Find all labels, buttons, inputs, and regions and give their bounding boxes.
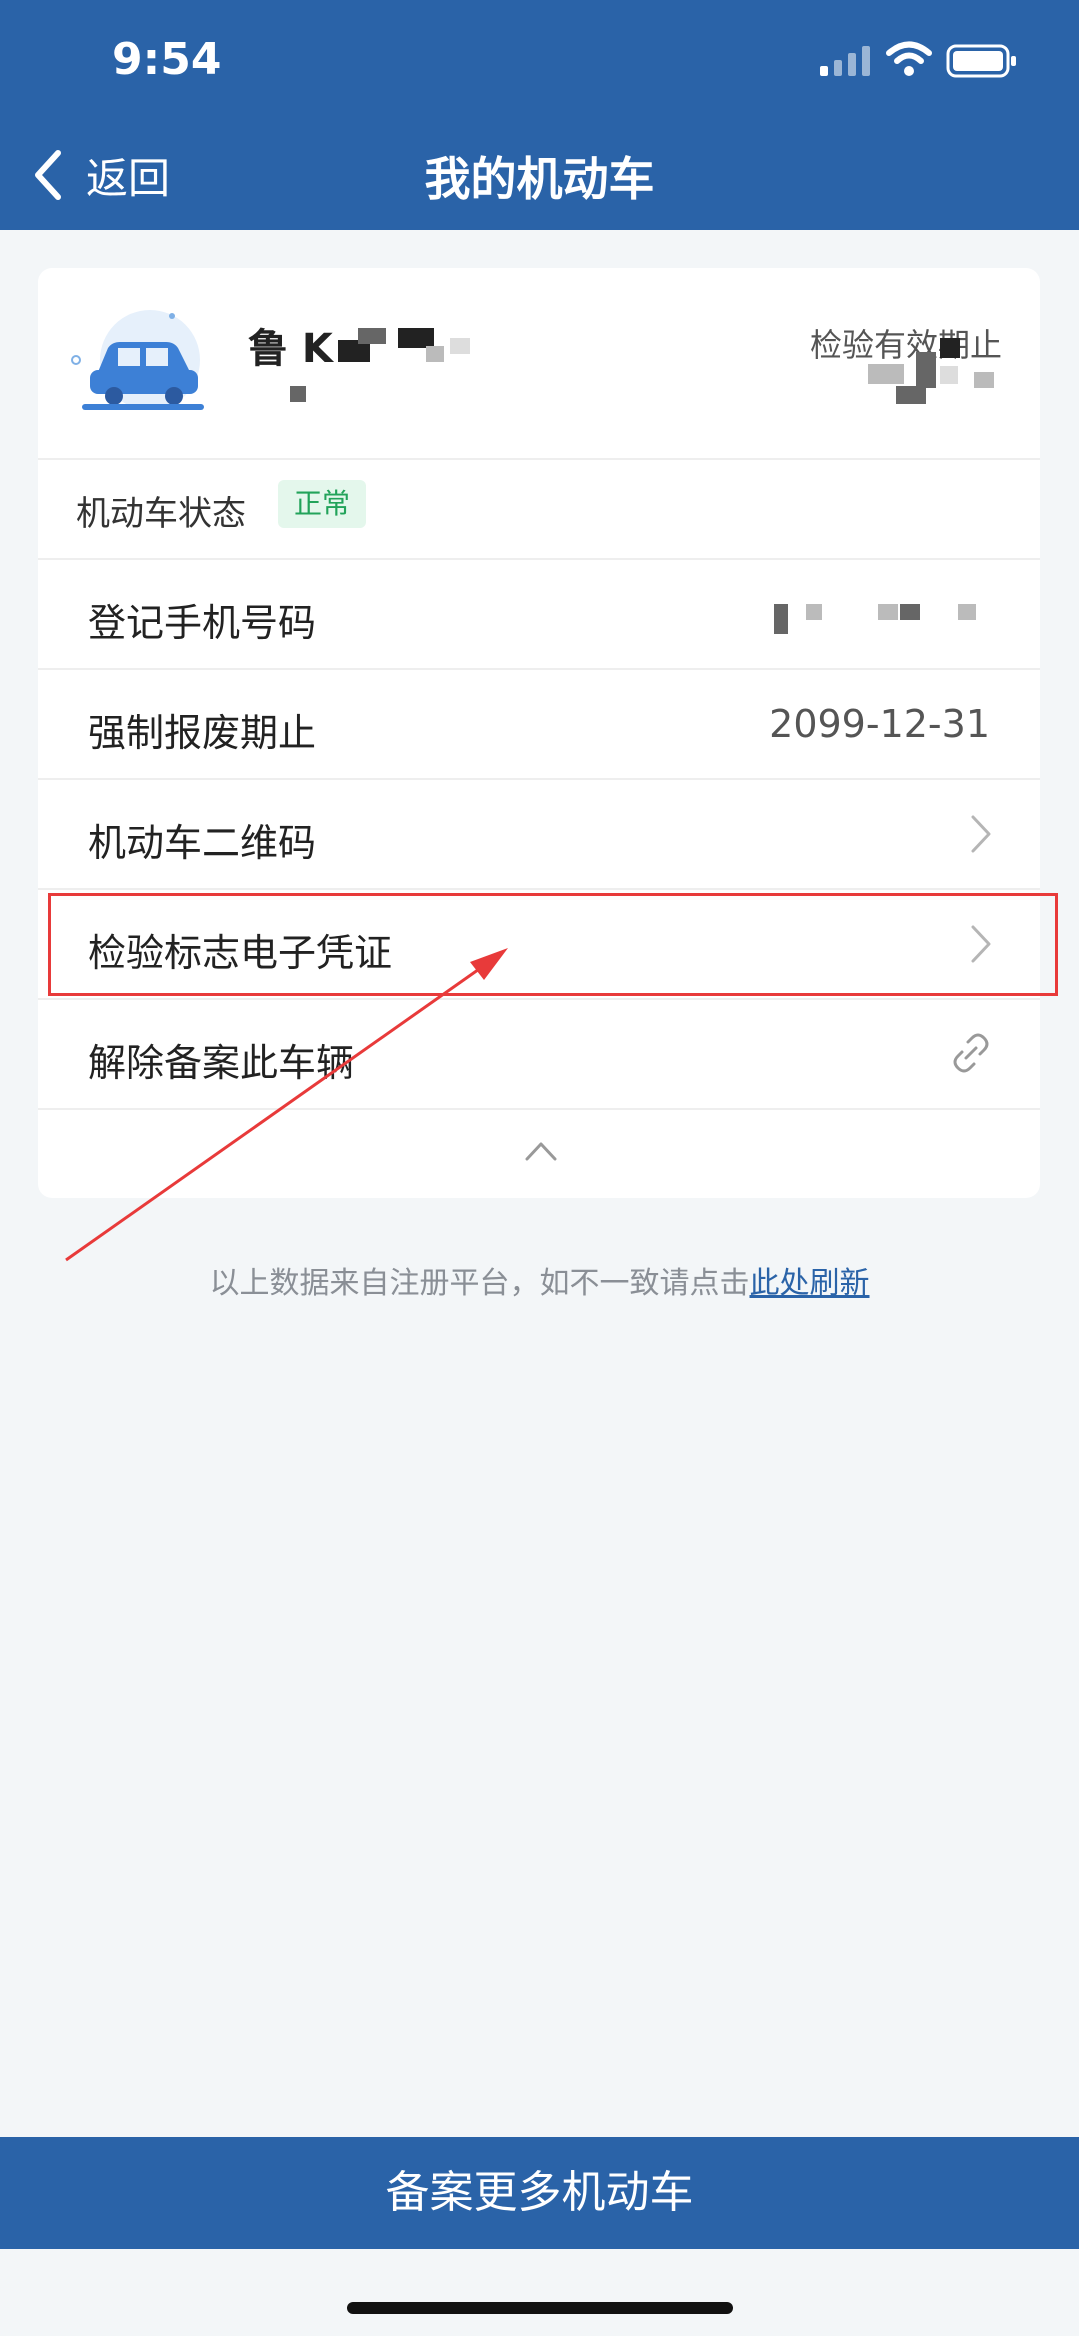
chevron-right-icon <box>971 815 991 853</box>
vehicle-header[interactable]: 鲁 K 检验有效期止 <box>38 268 1040 460</box>
row-label: 登记手机号码 <box>88 601 317 645</box>
unlink-icon <box>953 1033 989 1073</box>
plate-mosaic <box>450 338 470 354</box>
vehicle-card: 鲁 K 检验有效期止 机动车状态 正常 登记手机号码 强制报废期止 2099-1… <box>38 268 1040 1198</box>
plate-number: 鲁 K <box>248 326 333 372</box>
row-registered-phone[interactable]: 登记手机号码 <box>38 558 1040 670</box>
wifi-icon <box>886 41 932 76</box>
plate-mosaic <box>358 328 386 344</box>
status-badge: 正常 <box>278 480 367 528</box>
plate-mosaic <box>398 328 434 348</box>
refresh-link[interactable]: 此处刷新 <box>750 1266 870 1301</box>
row-label: 机动车二维码 <box>88 821 317 865</box>
phone-mosaic <box>774 604 788 634</box>
top-bar: 9:54 返回 我的机动车 <box>0 0 1079 230</box>
page-title: 我的机动车 <box>424 152 655 206</box>
register-more-vehicles-button[interactable]: 备案更多机动车 <box>0 2137 1079 2249</box>
date-mosaic <box>974 372 994 388</box>
status-time: 9:54 <box>112 34 222 85</box>
row-label: 强制报废期止 <box>88 711 317 755</box>
data-source-note: 以上数据来自注册平台，如不一致请点击此处刷新 <box>0 1258 1079 1302</box>
row-label: 解除备案此车辆 <box>88 1041 355 1085</box>
row-unbind-vehicle[interactable]: 解除备案此车辆 <box>38 998 1040 1110</box>
inspection-valid-label: 检验有效期止 <box>809 326 1002 364</box>
date-mosaic <box>916 352 936 388</box>
date-mosaic <box>896 386 926 404</box>
highlight-box <box>48 893 1058 996</box>
chevron-up-icon <box>525 1142 557 1161</box>
phone-mosaic <box>958 604 976 620</box>
scrap-date-value: 2099-12-31 <box>769 702 990 746</box>
plate-mosaic <box>290 386 306 402</box>
car-icon <box>71 310 204 410</box>
signal-icon <box>820 46 870 76</box>
home-indicator[interactable] <box>347 2302 733 2314</box>
plate-mosaic <box>426 346 444 362</box>
phone-mosaic <box>878 604 898 620</box>
vehicle-status-label: 机动车状态 <box>76 494 246 534</box>
vehicle-status-row: 机动车状态 正常 <box>38 458 1040 560</box>
collapse-button[interactable] <box>38 1110 1040 1198</box>
date-mosaic <box>940 338 960 358</box>
row-vehicle-qr-code[interactable]: 机动车二维码 <box>38 778 1040 890</box>
date-mosaic <box>868 364 904 384</box>
phone-mosaic <box>806 604 822 620</box>
note-text: 以上数据来自注册平台，如不一致请点击 <box>209 1266 750 1301</box>
phone-mosaic <box>900 604 920 620</box>
row-scrap-deadline: 强制报废期止 2099-12-31 <box>38 668 1040 780</box>
date-mosaic <box>940 366 958 384</box>
battery-icon <box>946 44 1016 78</box>
